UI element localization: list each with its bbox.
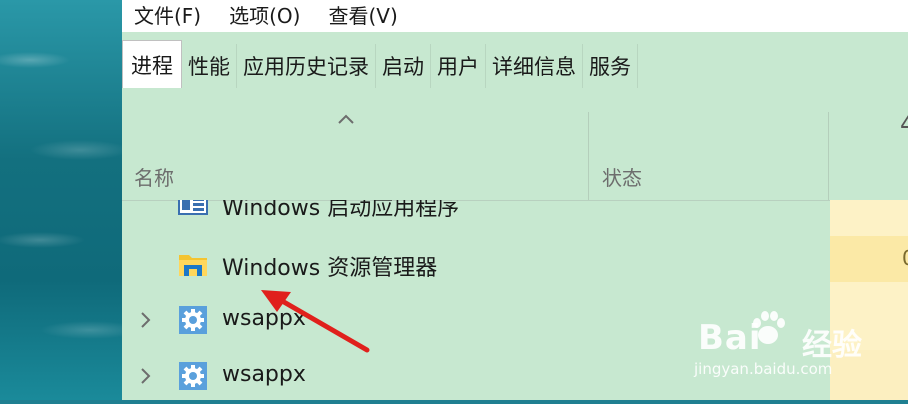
process-name: Windows 启动应用程序	[222, 200, 460, 221]
folder-explorer-icon	[179, 255, 207, 276]
menu-file[interactable]: 文件(F)	[134, 2, 201, 30]
tab-users[interactable]: 用户	[431, 44, 486, 88]
tab-details[interactable]: 详细信息	[486, 44, 583, 88]
tab-services[interactable]: 服务	[583, 44, 638, 88]
cpu-cell-highlight	[830, 236, 908, 282]
tab-bar: 进程 性能 应用历史记录 启动 用户 详细信息 服务	[122, 32, 908, 88]
cpu-value: 0	[902, 246, 908, 270]
gear-icon	[179, 306, 207, 334]
table-row[interactable]: wsappx	[122, 348, 828, 404]
cpu-cell-highlight	[830, 350, 908, 400]
tab-app-history[interactable]: 应用历史记录	[237, 44, 376, 88]
sort-ascending-icon[interactable]	[336, 112, 356, 126]
menu-bar: 文件(F) 选项(O) 查看(V)	[122, 0, 908, 32]
task-manager-window: 文件(F) 选项(O) 查看(V) 进程 性能 应用历史记录 启动 用户 详细信…	[122, 0, 908, 400]
tab-startup[interactable]: 启动	[376, 44, 431, 88]
table-row[interactable]: wsappx	[122, 292, 828, 348]
process-list: 名称 状态 4 0 Windows 启动应用程序	[122, 88, 908, 400]
menu-options[interactable]: 选项(O)	[229, 2, 300, 30]
table-row[interactable]: Windows 资源管理器	[122, 236, 828, 292]
column-header-status[interactable]: 状态	[602, 162, 642, 191]
column-header-cpu[interactable]: 4	[900, 110, 908, 138]
desktop-background	[0, 0, 122, 400]
column-header-name[interactable]: 名称	[134, 162, 174, 191]
column-divider[interactable]	[828, 112, 829, 200]
gear-icon	[179, 362, 207, 390]
chevron-right-icon[interactable]	[138, 366, 152, 386]
process-name: Windows 资源管理器	[222, 256, 438, 281]
tab-performance[interactable]: 性能	[182, 44, 237, 88]
window-app-icon	[178, 200, 208, 215]
process-name: wsappx	[222, 362, 306, 387]
chevron-right-icon[interactable]	[138, 310, 152, 330]
column-header-row: 名称 状态 4	[122, 88, 908, 201]
menu-view[interactable]: 查看(V)	[328, 2, 397, 30]
tab-processes[interactable]: 进程	[122, 40, 182, 88]
column-divider[interactable]	[588, 112, 589, 200]
table-row[interactable]: Windows 启动应用程序	[122, 200, 828, 226]
process-name: wsappx	[222, 306, 306, 331]
